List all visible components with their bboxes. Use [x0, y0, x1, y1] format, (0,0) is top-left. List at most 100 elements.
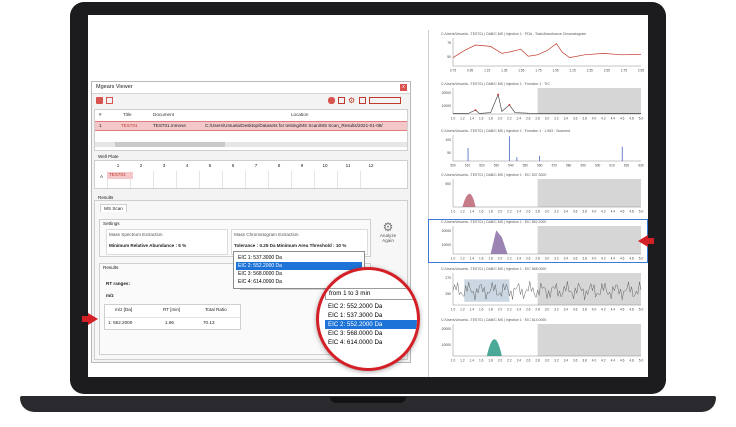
folder-icon[interactable] — [96, 97, 103, 104]
x-tick-label: 3.8 — [582, 117, 587, 121]
chart-4[interactable]: C:/Users/Ursuela...TES701 | DAB/C.MS | I… — [429, 173, 647, 215]
x-tick-label: 1.0 — [451, 117, 456, 121]
ratio-col-header: Total Ratio — [205, 307, 227, 312]
chart-7[interactable]: C:/Users/Ursuela...TES701 | DAB/C.MS | I… — [429, 318, 647, 364]
magnified-option[interactable]: EIC 3: 568.0000 Da — [325, 329, 417, 338]
x-tick-label: 2.8 — [535, 210, 540, 214]
x-tick-label: 4.2 — [601, 257, 606, 261]
magnified-option[interactable]: EIC 2: 552.2000 Da — [325, 302, 417, 311]
chart-2[interactable]: C:/Users/Ursuela...TES701 | DAB/C.MS | I… — [429, 82, 647, 122]
chart-svg: 1.0 1.2 1.4 1.6 1.8 2.0 2.2 2.4 2.6 2.8 3.0 3.2 3.4 3… — [442, 324, 643, 363]
peak-marker — [497, 93, 500, 96]
plate-column-2: 2 — [139, 163, 143, 168]
x-tick-label: 4.6 — [620, 308, 625, 312]
x-tick-label: 3.4 — [564, 210, 569, 214]
eic-peak — [462, 193, 476, 207]
plate-column-7: 7 — [254, 163, 258, 168]
window-icon[interactable] — [338, 97, 345, 104]
x-tick-label: 5.0 — [639, 257, 644, 261]
x-tick-label: 1.8 — [488, 359, 493, 363]
x-tick-label: 4.6 — [620, 359, 625, 363]
chart-panel: C:/Users/Ursuela...TES701 | DAB/C.MS | I… — [428, 30, 648, 377]
chart-5[interactable]: C:/Users/Ursuela...TES701 | DAB/C.MS | I… — [428, 219, 648, 263]
y-tick-label: 20000 — [442, 327, 452, 331]
tab-ms-scan[interactable]: MS Scan — [100, 204, 127, 212]
x-tick-label: 2.75 — [621, 69, 627, 73]
x-tick-label: 3.4 — [564, 117, 569, 121]
magnified-rt-select[interactable]: from 1 to 3 min — [325, 288, 417, 300]
x-tick-label: 620 — [624, 164, 630, 168]
y-tick-label: 10000 — [442, 343, 452, 347]
plate-column-4: 4 — [185, 163, 189, 168]
x-tick-label: 1.4 — [470, 359, 475, 363]
col-document-header: Document — [153, 112, 174, 117]
document-table: # Title Document Location 1 TES701 TES70… — [94, 109, 408, 151]
x-tick-label: 530 — [494, 164, 500, 168]
x-tick-label: 4.0 — [592, 210, 597, 214]
x-tick-label: 4.6 — [620, 117, 625, 121]
well-plate-label: Well Plate — [98, 154, 119, 159]
plate-cell-a1[interactable]: TES701 — [107, 172, 133, 179]
chart-1[interactable]: C:/Users/Ursuela...TES701 | DAB/C.MS | I… — [429, 32, 647, 74]
y-tick-label: 500 — [445, 182, 451, 186]
magnified-option[interactable]: EIC 1: 537.3000 Da — [325, 311, 417, 320]
plate-grid-line — [314, 171, 315, 188]
x-tick-label: 2.4 — [517, 308, 522, 312]
x-tick-label: 3.6 — [573, 117, 578, 121]
table-row[interactable]: 1: 552.2000 1.96 70.13 — [105, 317, 240, 327]
x-tick-label: 1.0 — [451, 308, 456, 312]
database-icon[interactable] — [328, 97, 335, 104]
settings-label: Settings — [103, 221, 120, 226]
mz-col-header: m/z [Da] — [115, 307, 133, 312]
scrollbar-thumb[interactable] — [115, 142, 225, 147]
table-row[interactable]: 1 TES701 TES701.mmove C:/Users/Ursuela/D… — [95, 121, 407, 131]
x-tick-label: 4.2 — [601, 308, 606, 312]
row-location: C:/Users/Ursuela/Desktop/Datasets for te… — [205, 123, 383, 128]
export-icon[interactable] — [106, 97, 113, 104]
x-tick-label: 4.4 — [611, 210, 616, 214]
chart-3[interactable]: C:/Users/Ursuela...TES701 | DAB/C.MS | I… — [429, 129, 647, 169]
gear-icon[interactable]: ⚙ — [348, 97, 355, 105]
x-tick-label: 2.4 — [517, 257, 522, 261]
x-tick-label: 2.4 — [517, 210, 522, 214]
x-tick-label: 4.6 — [620, 210, 625, 214]
toolbar: ⚙ — [92, 94, 410, 107]
dropdown-option[interactable]: EIC 1: 537.3000 Da — [236, 254, 362, 262]
x-tick-label: 4.8 — [629, 308, 634, 312]
clipboard-icon[interactable] — [359, 97, 366, 104]
plate-column-5: 5 — [208, 163, 212, 168]
row-rt: 1.96 — [165, 320, 174, 325]
excluded-region — [537, 226, 641, 254]
x-tick-label: 3.4 — [564, 359, 569, 363]
y-tick-label: 250 — [445, 292, 451, 296]
x-tick-label: 2.2 — [507, 210, 512, 214]
horizontal-scrollbar[interactable] — [95, 142, 407, 147]
dropdown-option[interactable]: EIC 2: 552.2000 Da — [236, 262, 362, 270]
table-icon[interactable] — [369, 97, 401, 104]
y-tick-label: 20000 — [442, 91, 452, 95]
x-tick-label: 4.4 — [611, 359, 616, 363]
y-tick-label: 50 — [447, 55, 451, 59]
x-tick-label: 3.0 — [545, 359, 550, 363]
x-tick-label: 5.0 — [639, 308, 644, 312]
magnified-option[interactable]: EIC 4: 614.0000 Da — [325, 338, 417, 347]
plate-row-label: A — [100, 174, 104, 179]
x-tick-label: 1.0 — [451, 359, 456, 363]
x-tick-label: 2.6 — [526, 359, 531, 363]
chart-6[interactable]: C:/Users/Ursuela...TES701 | DAB/C.MS | I… — [429, 267, 647, 313]
x-tick-label: 580 — [566, 164, 572, 168]
x-tick-label: 550 — [523, 164, 529, 168]
x-tick-label: 630 — [638, 164, 644, 168]
close-button[interactable]: x — [400, 84, 407, 91]
excluded-region — [537, 324, 641, 356]
plate-grid-line — [268, 171, 269, 188]
magnified-option[interactable]: EIC 2: 552.2000 Da — [325, 320, 417, 329]
x-tick-label: 1.4 — [470, 257, 475, 261]
x-tick-label: 590 — [580, 164, 586, 168]
x-tick-label: 2.0 — [498, 257, 503, 261]
spectrum-extraction-box: Mass Spectrum Extraction Minimum Relativ… — [106, 229, 228, 255]
x-tick-label: 2.2 — [507, 359, 512, 363]
x-tick-label: 2.2 — [507, 308, 512, 312]
analyze-again-button[interactable]: ⚙ Analyze Again — [375, 221, 401, 251]
x-tick-label: 4.0 — [592, 359, 597, 363]
